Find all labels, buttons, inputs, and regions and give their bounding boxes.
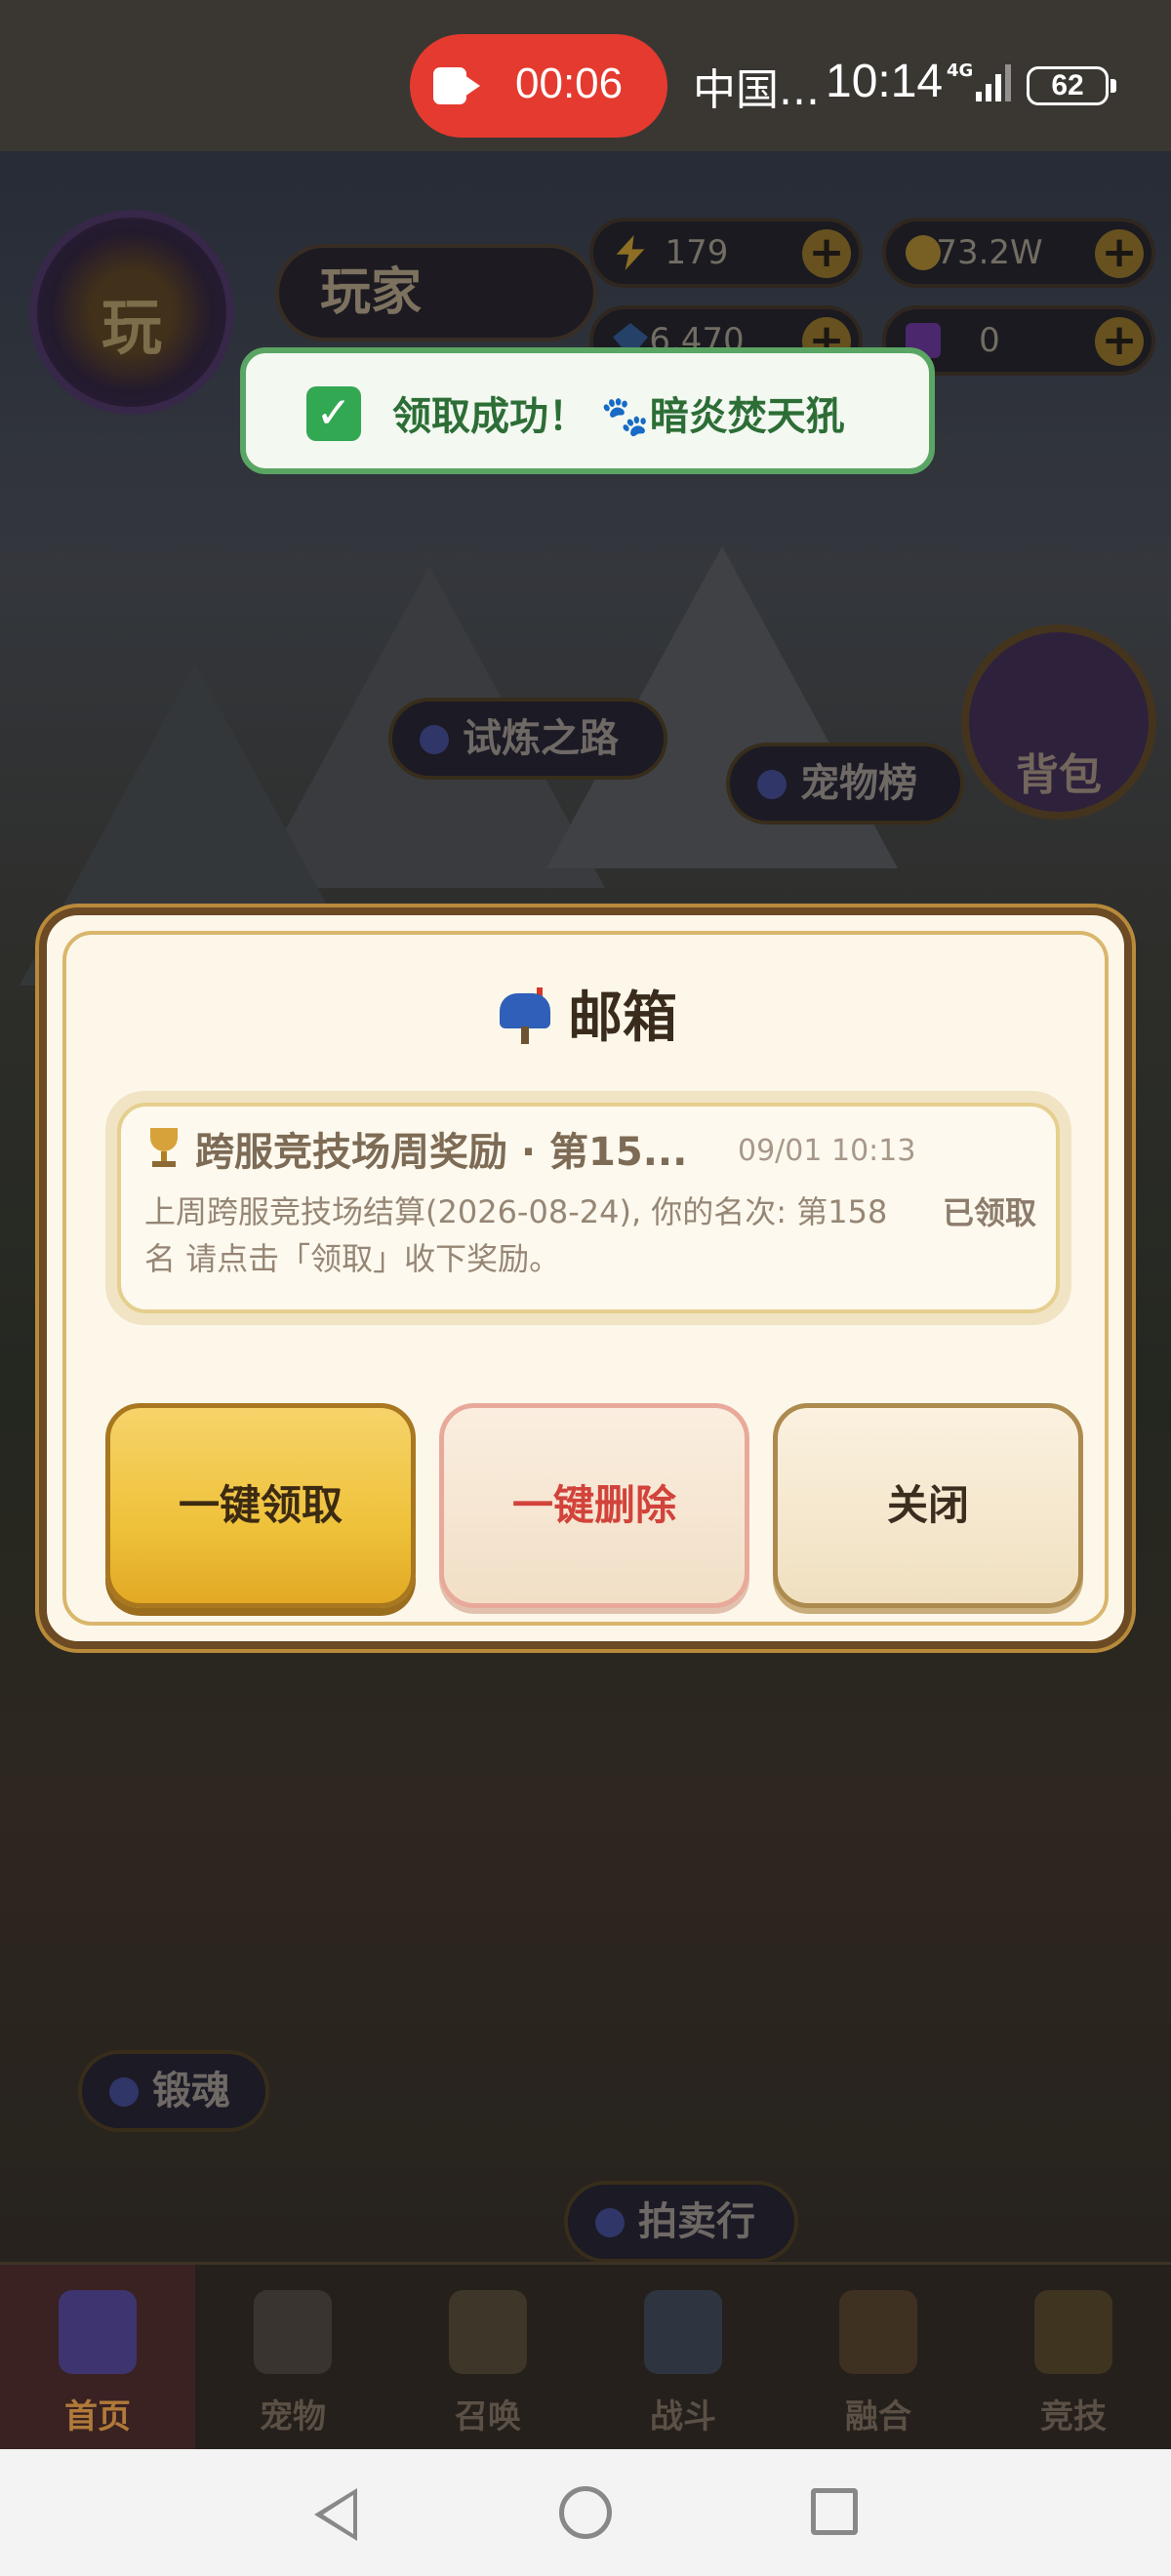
close-button[interactable]: 关闭: [773, 1403, 1083, 1608]
dialog-title: 邮箱: [47, 974, 1124, 1053]
status-bar: 00:06 中国... 10:14 4G 62: [0, 0, 1171, 151]
scroll-icon: [449, 2290, 527, 2374]
nav-label: 首页: [64, 2397, 131, 2436]
claim-all-label: 一键领取: [178, 1481, 343, 1529]
mailbox-dialog: 邮箱 跨服竞技场周奖励 · 第15... 09/01 10:13 上周跨服竞技场…: [39, 907, 1132, 1649]
nav-label: 召唤: [455, 2397, 521, 2436]
nav-label: 融合: [845, 2397, 911, 2436]
mail-title: 跨服竞技场周奖励 · 第15...: [144, 1120, 687, 1177]
system-nav-bar: [0, 2449, 1171, 2576]
bottom-nav: 首页 宠物 召唤 战斗 融合 竞技: [0, 2262, 1171, 2452]
success-toast: ✓ 领取成功！ 🐾暗炎焚天犼: [240, 347, 935, 474]
swords-icon: [644, 2290, 722, 2374]
back-icon[interactable]: [314, 2488, 357, 2541]
dragon-icon: [839, 2290, 917, 2374]
mail-title-text: 跨服竞技场周奖励 · 第15...: [195, 1130, 688, 1175]
mail-date: 09/01 10:13: [738, 1134, 916, 1168]
dialog-title-text: 邮箱: [568, 986, 677, 1050]
record-time: 00:06: [515, 60, 624, 107]
mail-item[interactable]: 跨服竞技场周奖励 · 第15... 09/01 10:13 上周跨服竞技场结算(…: [105, 1091, 1071, 1325]
signal-icon: [976, 62, 1015, 101]
recents-icon[interactable]: [811, 2488, 858, 2535]
toast-message: 领取成功！ 🐾暗炎焚天犼: [392, 394, 845, 439]
network-type: 4G: [947, 60, 974, 81]
nav-item-pets[interactable]: 宠物: [195, 2265, 390, 2452]
close-label: 关闭: [886, 1481, 969, 1529]
clock: 10:14: [826, 56, 944, 107]
castle-icon: [59, 2290, 137, 2374]
nav-item-fusion[interactable]: 融合: [781, 2265, 976, 2452]
carrier-name: 中国...: [693, 65, 820, 115]
nav-item-arena[interactable]: 竞技: [976, 2265, 1171, 2452]
mail-status-badge: 已领取: [942, 1194, 1036, 1231]
paw-icon: [254, 2290, 332, 2374]
trophy-icon: [1034, 2290, 1112, 2374]
nav-item-home[interactable]: 首页: [0, 2265, 195, 2452]
nav-item-battle[interactable]: 战斗: [586, 2265, 781, 2452]
check-icon: ✓: [306, 386, 361, 441]
nav-label: 宠物: [260, 2397, 326, 2436]
home-icon[interactable]: [559, 2486, 612, 2539]
mail-body: 上周跨服竞技场结算(2026-08-24), 你的名次: 第158名 请点击「领…: [144, 1193, 888, 1277]
nav-item-summon[interactable]: 召唤: [390, 2265, 586, 2452]
delete-all-label: 一键删除: [511, 1481, 676, 1529]
battery-icon: 62: [1027, 66, 1116, 105]
nav-label: 竞技: [1040, 2397, 1107, 2436]
nav-label: 战斗: [650, 2397, 716, 2436]
delete-all-button[interactable]: 一键删除: [439, 1403, 749, 1608]
camera-icon: [433, 67, 480, 104]
trophy-icon: [144, 1126, 183, 1169]
screen-record-indicator[interactable]: 00:06: [410, 34, 667, 138]
mail-item-card: 跨服竞技场周奖励 · 第15... 09/01 10:13 上周跨服竞技场结算(…: [117, 1103, 1060, 1313]
mailbox-icon: [494, 987, 554, 1044]
claim-all-button[interactable]: 一键领取: [105, 1403, 416, 1608]
